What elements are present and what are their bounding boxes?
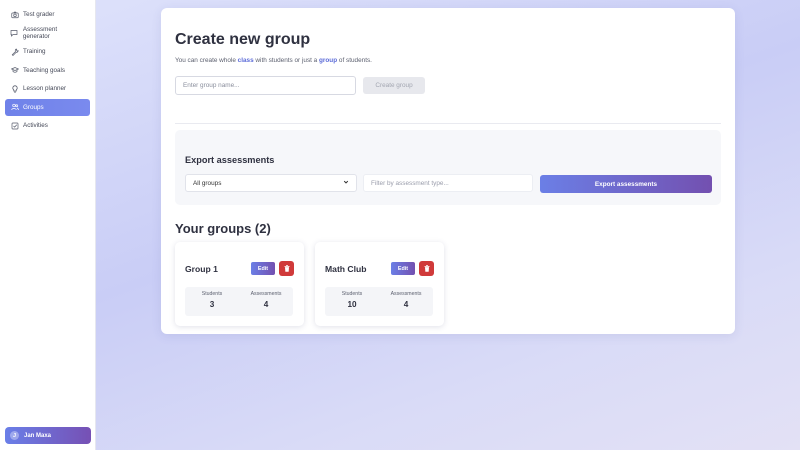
sidebar-item-label: Teaching goals (23, 66, 66, 74)
checkbox-icon (10, 121, 19, 130)
users-icon (10, 103, 19, 112)
group-select-value: All groups (193, 179, 222, 187)
students-count: 3 (209, 300, 215, 309)
divider (175, 123, 721, 124)
export-title: Export assessments (185, 155, 275, 165)
subtitle-text: You can create whole (175, 57, 238, 64)
page-title: Create new group (175, 31, 311, 48)
assessments-stat: Assessments 4 (379, 287, 433, 316)
group-stats: Students 10 Assessments 4 (325, 287, 433, 316)
students-label: Students (341, 291, 363, 297)
wrench-icon (10, 47, 19, 56)
edit-group-button[interactable]: Edit (391, 262, 415, 275)
sidebar-item-label: Training (23, 48, 46, 55)
groups-heading: Your groups (2) (175, 221, 271, 236)
assessments-stat: Assessments 4 (239, 287, 293, 316)
sidebar-item-label: Lesson planner (23, 85, 67, 92)
chat-bubble-icon (10, 29, 19, 38)
main-card: Create new group You can create whole cl… (161, 8, 735, 334)
subtitle-highlight-group: group (319, 57, 338, 64)
graduation-cap-icon (10, 66, 19, 75)
group-name: Math Club (325, 264, 367, 274)
lightbulb-icon (10, 84, 19, 93)
assessments-label: Assessments (250, 291, 282, 297)
trash-icon (424, 265, 429, 272)
user-profile-button[interactable]: J Jan Maxa (5, 427, 91, 444)
export-assessments-button[interactable]: Export assessments (540, 175, 712, 193)
group-name-input[interactable] (175, 76, 356, 95)
sidebar-item-training[interactable]: Training (5, 43, 90, 60)
sidebar-item-groups[interactable]: Groups (5, 98, 90, 116)
trash-icon (284, 265, 289, 272)
avatar: J (10, 431, 19, 440)
export-panel: Export assessments All groups Export ass… (175, 130, 721, 205)
sidebar-nav: Test grader Assessment generator Trainin… (0, 0, 95, 134)
assessments-count: 4 (263, 300, 269, 309)
sidebar-item-teaching-goals[interactable]: Teaching goals (5, 62, 90, 79)
sidebar-item-activities[interactable]: Activities (5, 117, 90, 134)
assessment-type-filter-input[interactable] (363, 174, 533, 192)
assessments-count: 4 (403, 300, 409, 309)
students-stat: Students 10 (325, 287, 379, 316)
group-card[interactable]: Group 1 Edit Students 3 Assessments 4 (175, 242, 304, 326)
sidebar: Test grader Assessment generator Trainin… (0, 0, 96, 450)
sidebar-item-label: Groups (23, 103, 44, 111)
page-subtitle: You can create whole class with students… (175, 57, 372, 64)
group-stats: Students 3 Assessments 4 (185, 287, 293, 316)
group-name: Group 1 (185, 264, 218, 274)
assessments-label: Assessments (390, 291, 422, 297)
delete-group-button[interactable] (279, 261, 294, 276)
edit-group-button[interactable]: Edit (251, 262, 275, 275)
subtitle-text: of students. (337, 57, 372, 64)
students-label: Students (201, 291, 223, 297)
user-name: Jan Maxa (24, 432, 52, 439)
group-select[interactable]: All groups (185, 174, 357, 192)
camera-icon (10, 10, 19, 19)
subtitle-text: with students or just a (253, 57, 320, 64)
create-group-button[interactable]: Create group (363, 77, 425, 94)
chevron-down-icon (343, 179, 349, 187)
delete-group-button[interactable] (419, 261, 434, 276)
sidebar-item-label: Test grader (23, 11, 55, 18)
sidebar-item-lesson-planner[interactable]: Lesson planner (5, 80, 90, 97)
students-count: 10 (347, 300, 357, 309)
sidebar-item-test-grader[interactable]: Test grader (5, 6, 90, 23)
sidebar-item-label: Assessment generator (22, 26, 58, 40)
group-card[interactable]: Math Club Edit Students 10 Assessments 4 (315, 242, 444, 326)
subtitle-highlight-class: class (237, 57, 254, 64)
sidebar-item-assessment-generator[interactable]: Assessment generator (5, 25, 90, 42)
students-stat: Students 3 (185, 287, 239, 316)
sidebar-item-label: Activities (23, 122, 48, 129)
